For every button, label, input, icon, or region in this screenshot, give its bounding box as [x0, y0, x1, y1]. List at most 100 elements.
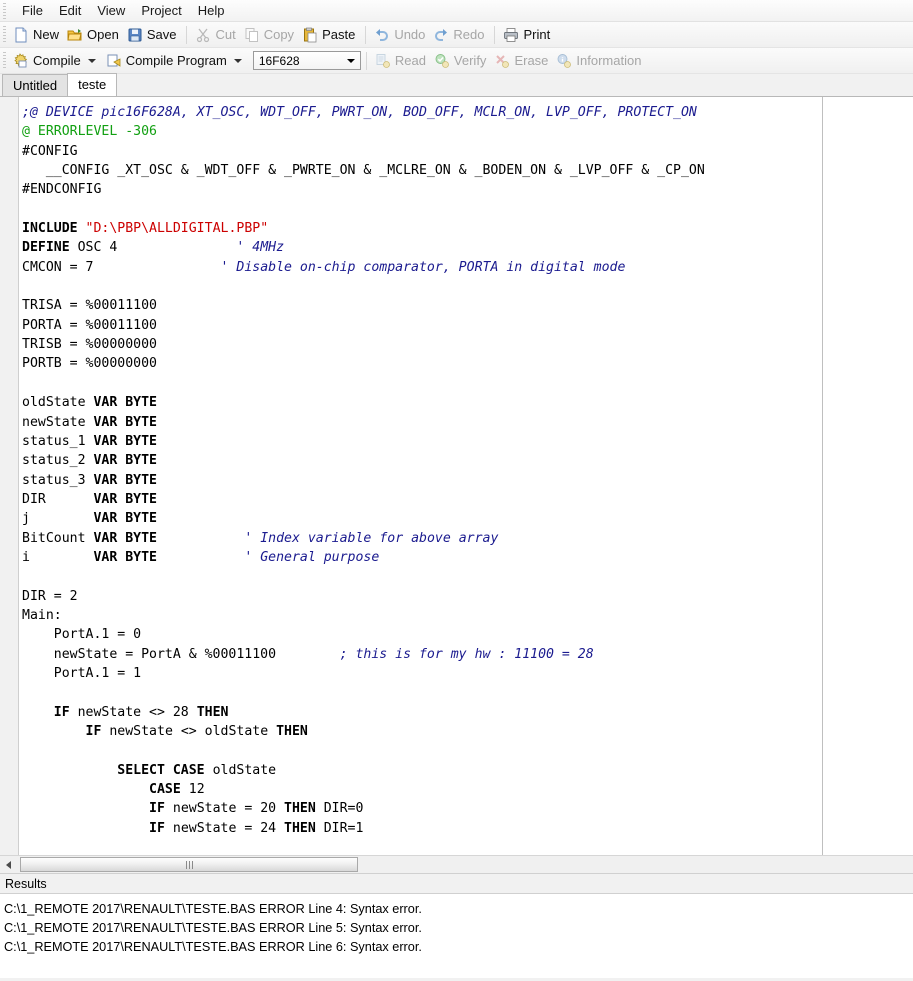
compile-button-label: Compile	[33, 53, 81, 68]
scrollbar-thumb[interactable]	[20, 857, 358, 872]
code-token: PORTB = %00000000	[22, 356, 157, 371]
read-button[interactable]: Read	[372, 51, 431, 71]
code-line: TRISA = %00011100	[22, 296, 705, 315]
code-token	[22, 763, 117, 778]
menu-item-project[interactable]: Project	[133, 1, 189, 20]
code-token: #CONFIG	[22, 144, 78, 159]
code-token	[157, 531, 244, 546]
menu-item-view[interactable]: View	[89, 1, 133, 20]
document-tab-strip: Untitled teste	[0, 74, 913, 96]
code-token: ; this is for my hw : 11100 = 28	[340, 647, 594, 662]
code-token: THEN	[284, 801, 316, 816]
code-line: IF newState = 20 THEN DIR=0	[22, 799, 705, 818]
clipboard-icon	[302, 27, 318, 43]
new-document-icon	[13, 27, 29, 43]
compile-button[interactable]: Compile	[10, 51, 103, 71]
open-button[interactable]: Open	[64, 25, 124, 45]
undo-arrow-icon	[374, 27, 390, 43]
code-token: IF	[54, 705, 70, 720]
code-line: SELECT CASE oldState	[22, 761, 705, 780]
information-button-label: Information	[576, 53, 641, 68]
editor-horizontal-scrollbar[interactable]	[0, 855, 913, 873]
scroll-left-button[interactable]	[0, 856, 17, 873]
floppy-disk-icon	[127, 27, 143, 43]
code-token: DIR=1	[316, 821, 364, 836]
result-line-3[interactable]: C:\1_REMOTE 2017\RENAULT\TESTE.BAS ERROR…	[2, 938, 913, 957]
application-window: File Edit View Project Help New	[0, 0, 913, 981]
code-line: DEFINE OSC 4 ' 4MHz	[22, 238, 705, 257]
code-token: TRISA = %00011100	[22, 298, 157, 313]
code-line: IF newState = 24 THEN DIR=1	[22, 819, 705, 838]
open-folder-icon	[67, 27, 83, 43]
menu-item-file[interactable]: File	[14, 1, 51, 20]
undo-button[interactable]: Undo	[371, 25, 430, 45]
toolbar-separator-1	[186, 26, 187, 44]
verify-button[interactable]: Verify	[431, 51, 492, 71]
print-button[interactable]: Print	[500, 25, 555, 45]
code-token: DIR = 2	[22, 589, 78, 604]
code-token: DEFINE	[22, 240, 78, 255]
code-line: CMCON = 7 ' Disable on-chip comparator, …	[22, 258, 705, 277]
code-editor[interactable]: ;@ DEVICE pic16F628A, XT_OSC, WDT_OFF, P…	[0, 96, 913, 855]
paste-button[interactable]: Paste	[299, 25, 360, 45]
tab-untitled[interactable]: Untitled	[2, 74, 68, 96]
code-token: DIR	[22, 492, 93, 507]
result-line-1[interactable]: C:\1_REMOTE 2017\RENAULT\TESTE.BAS ERROR…	[2, 900, 913, 919]
code-line: DIR = 2	[22, 587, 705, 606]
redo-button[interactable]: Redo	[430, 25, 489, 45]
paste-button-label: Paste	[322, 27, 355, 42]
compile-program-button[interactable]: Compile Program	[103, 51, 249, 71]
code-token: BitCount	[22, 531, 93, 546]
information-button[interactable]: Information	[553, 51, 646, 71]
erase-button[interactable]: Erase	[491, 51, 553, 71]
save-button[interactable]: Save	[124, 25, 182, 45]
chevron-down-icon-combo[interactable]	[347, 59, 355, 63]
chevron-down-icon-2[interactable]	[234, 59, 242, 63]
results-panel-body[interactable]: C:\1_REMOTE 2017\RENAULT\TESTE.BAS ERROR…	[0, 894, 913, 978]
device-combo-value: 16F628	[259, 54, 300, 68]
code-token	[22, 801, 149, 816]
code-token: ;@ DEVICE pic16F628A, XT_OSC, WDT_OFF, P…	[22, 105, 697, 120]
results-title: Results	[5, 877, 47, 891]
menu-item-edit[interactable]: Edit	[51, 1, 89, 20]
menu-bar-grip[interactable]	[3, 3, 6, 19]
code-line: INCLUDE "D:\PBP\ALLDIGITAL.PBP"	[22, 219, 705, 238]
redo-button-label: Redo	[453, 27, 484, 42]
verify-button-label: Verify	[454, 53, 487, 68]
menu-item-help[interactable]: Help	[190, 1, 233, 20]
editor-margin-line	[822, 97, 823, 855]
device-combo[interactable]: 16F628	[253, 51, 361, 70]
copy-button-label: Copy	[264, 27, 294, 42]
erase-button-label: Erase	[514, 53, 548, 68]
compile-toolbar: Compile Compile Program 16F628	[0, 48, 913, 74]
menu-bar: File Edit View Project Help	[0, 0, 913, 22]
copy-icon	[244, 27, 260, 43]
compile-toolbar-grip[interactable]	[3, 52, 6, 70]
new-button[interactable]: New	[10, 25, 64, 45]
code-token: VAR BYTE	[93, 395, 157, 410]
code-token: VAR BYTE	[93, 511, 157, 526]
main-toolbar-grip[interactable]	[3, 26, 6, 44]
code-line: ;@ DEVICE pic16F628A, XT_OSC, WDT_OFF, P…	[22, 103, 705, 122]
code-token: PORTA = %00011100	[22, 318, 157, 333]
code-token: DIR=0	[316, 801, 364, 816]
open-button-label: Open	[87, 27, 119, 42]
editor-code-text[interactable]: ;@ DEVICE pic16F628A, XT_OSC, WDT_OFF, P…	[22, 103, 705, 838]
code-token: ' Index variable for above array	[244, 531, 498, 546]
code-line: DIR VAR BYTE	[22, 490, 705, 509]
printer-icon	[503, 27, 519, 43]
compile-program-button-label: Compile Program	[126, 53, 227, 68]
code-token: THEN	[284, 821, 316, 836]
cut-button[interactable]: Cut	[192, 25, 240, 45]
code-token: __CONFIG _XT_OSC & _WDT_OFF & _PWRTE_ON …	[22, 163, 705, 178]
result-line-2[interactable]: C:\1_REMOTE 2017\RENAULT\TESTE.BAS ERROR…	[2, 919, 913, 938]
code-token: status_1	[22, 434, 93, 449]
read-chip-icon	[375, 53, 391, 69]
tab-teste[interactable]: teste	[67, 73, 117, 96]
code-token: PortA.1 = 1	[22, 666, 141, 681]
copy-button[interactable]: Copy	[241, 25, 299, 45]
code-line: BitCount VAR BYTE ' Index variable for a…	[22, 529, 705, 548]
code-line	[22, 683, 705, 702]
chevron-down-icon[interactable]	[88, 59, 96, 63]
results-panel-header: Results	[0, 873, 913, 894]
